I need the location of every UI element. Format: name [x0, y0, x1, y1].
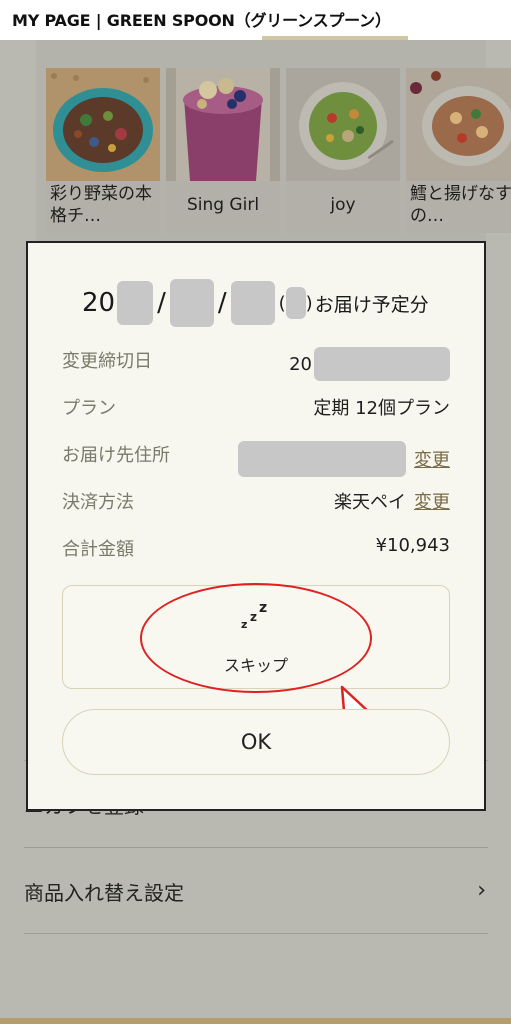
date-year-prefix: 20: [82, 288, 116, 318]
list-item[interactable]: 商品入れ替え設定 ›: [24, 847, 488, 934]
delivery-modal: 20 / / ( ) お届け予定分 変更締切日 20 プラン 定期 12個プラン…: [26, 241, 486, 811]
recipe-carousel: 彩り野菜の本格チ… Sing Girl joy 鱈と揚げなすの…: [46, 68, 511, 233]
recipe-image: [166, 68, 280, 181]
deadline-label: 変更締切日: [62, 351, 152, 372]
change-payment-link[interactable]: 変更: [414, 488, 450, 514]
delivery-date-heading: 20 / / ( ) お届け予定分: [82, 279, 429, 327]
recipe-card[interactable]: 鱈と揚げなすの…: [406, 68, 511, 233]
total-label: 合計金額: [62, 539, 134, 560]
address-label: お届け先住所: [62, 445, 170, 466]
change-address-link[interactable]: 変更: [414, 446, 450, 472]
recipe-label: 彩り野菜の本格チ…: [46, 181, 160, 233]
recipe-image: [46, 68, 160, 181]
payment-row: 決済方法 楽天ペイ 変更: [62, 476, 450, 523]
deadline-row: 変更締切日 20: [62, 335, 450, 382]
redacted-weekday: [285, 287, 306, 319]
payment-value: 楽天ペイ 変更: [334, 488, 450, 514]
ok-button[interactable]: OK: [62, 709, 450, 775]
plan-value: 定期 12個プラン: [313, 398, 450, 419]
paren-open: (: [278, 292, 286, 314]
payment-label: 決済方法: [62, 492, 134, 513]
redacted-deadline: [314, 347, 450, 381]
deadline-year-prefix: 20: [289, 353, 312, 375]
recipe-label: 鱈と揚げなすの…: [406, 181, 511, 233]
highlight-ellipse: [140, 583, 372, 693]
date-separator: /: [157, 288, 166, 318]
bottom-bar: [0, 1018, 511, 1024]
list-item-label: 商品入れ替え設定: [24, 881, 184, 905]
recipe-image: [406, 68, 511, 181]
chevron-right-icon: ›: [477, 878, 486, 903]
payment-method: 楽天ペイ: [334, 492, 406, 513]
redacted-month: [169, 279, 214, 327]
recipe-card[interactable]: Sing Girl: [166, 68, 280, 233]
recipe-label: joy: [286, 181, 400, 233]
recipe-card[interactable]: 彩り野菜の本格チ…: [46, 68, 160, 233]
address-value: 変更: [238, 441, 450, 477]
recipe-image: [286, 68, 400, 181]
redacted-day: [230, 281, 275, 325]
recipe-card[interactable]: joy: [286, 68, 400, 233]
date-suffix: お届け予定分: [314, 293, 429, 316]
recipe-label: Sing Girl: [166, 181, 280, 233]
paren-close: ): [305, 292, 313, 314]
date-separator: /: [217, 288, 227, 318]
address-row: お届け先住所 変更: [62, 429, 450, 477]
top-header: MY PAGE | GREEN SPOON（グリーンスプーン）: [0, 0, 511, 40]
total-value: ¥10,943: [375, 535, 450, 556]
page-title: MY PAGE | GREEN SPOON（グリーンスプーン）: [12, 11, 391, 30]
plan-row: プラン 定期 12個プラン: [62, 382, 450, 429]
total-row: 合計金額 ¥10,943: [62, 523, 450, 570]
deadline-value: 20: [289, 347, 450, 381]
order-info: 変更締切日 20 プラン 定期 12個プラン お届け先住所 変更 決済方法 楽天…: [62, 335, 450, 570]
redacted-year: [117, 281, 154, 325]
redacted-address: [238, 441, 406, 477]
header-accent-bar: [262, 36, 408, 40]
plan-label: プラン: [62, 398, 116, 419]
